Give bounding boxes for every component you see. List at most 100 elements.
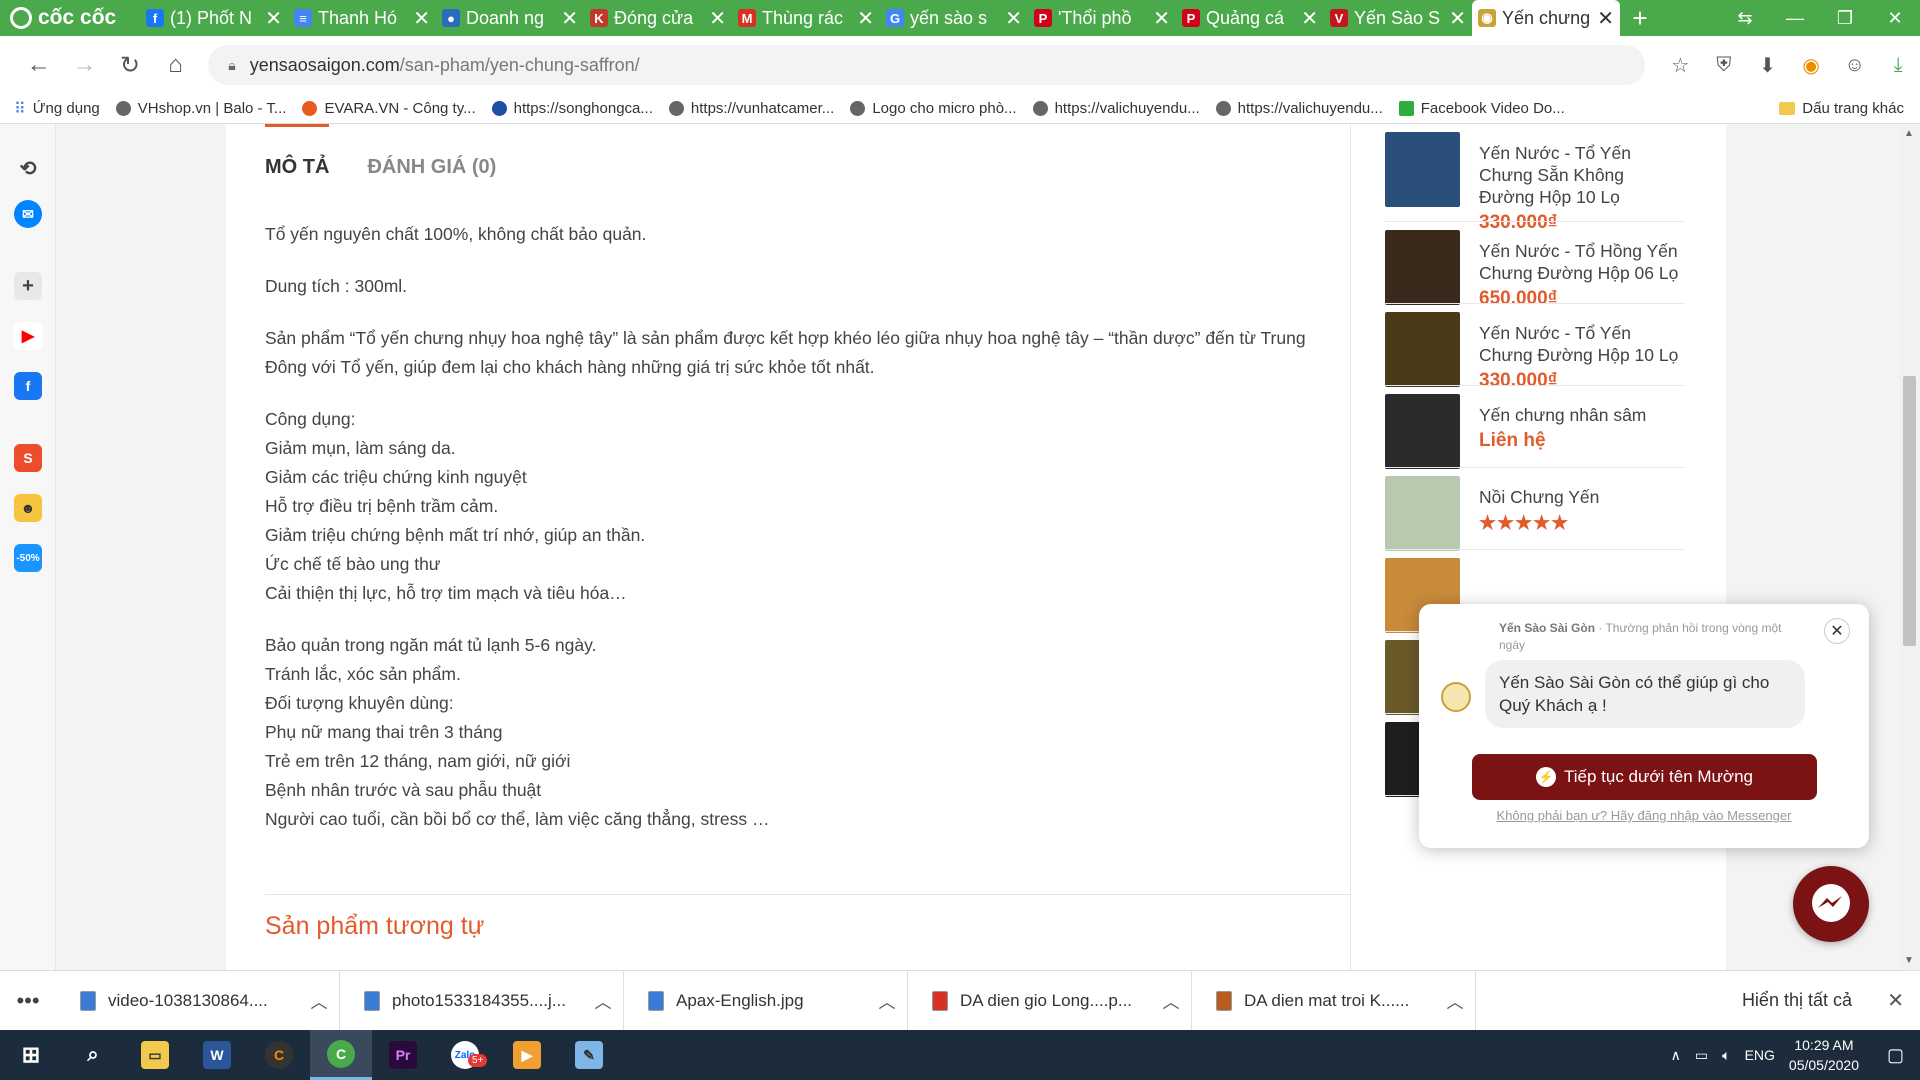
close-tab-icon[interactable]: ✕ <box>561 6 578 31</box>
other-bookmarks[interactable]: Dấu trang khác <box>1779 100 1920 117</box>
taskbar-zalo[interactable]: Zalo 5+ <box>434 1030 496 1080</box>
sidebar-product[interactable]: Yến Nước - Tổ Hồng Yến Chưng Đường Hộp 0… <box>1385 222 1685 309</box>
home-button[interactable]: ⌂ <box>153 51 199 79</box>
taskbar-word[interactable]: W <box>186 1030 248 1080</box>
bookmark-apps[interactable]: ⠿ Ứng dụng <box>14 99 100 119</box>
reload-button[interactable]: ↻ <box>107 51 153 80</box>
product-thumbnail[interactable] <box>1385 132 1460 207</box>
sidebar-product[interactable]: Yến Nước - Tổ Yến Chưng Sẵn Không Đường … <box>1385 124 1685 233</box>
close-tab-icon[interactable]: ✕ <box>1449 6 1466 31</box>
bookmark-item[interactable]: EVARA.VN - Công ty... <box>302 100 476 117</box>
new-tab-button[interactable]: + <box>1620 3 1660 34</box>
browser-tab[interactable]: Gyến sào s ✕ <box>880 0 1028 36</box>
coccoc-extension-icon[interactable]: ◉ <box>1789 53 1833 78</box>
product-name[interactable]: Yến Nước - Tổ Hồng Yến Chưng Đường Hộp 0… <box>1479 240 1679 284</box>
product-thumbnail[interactable] <box>1385 476 1460 551</box>
close-tab-icon[interactable]: ✕ <box>1005 6 1022 31</box>
product-thumbnail[interactable] <box>1385 312 1460 387</box>
login-messenger-link[interactable]: Không phải bạn ư? Hãy đăng nhập vào Mess… <box>1419 808 1869 823</box>
product-name[interactable]: Yến Nước - Tổ Yến Chưng Đường Hộp 10 Lọ <box>1479 322 1679 366</box>
profile-avatar[interactable]: ☺ <box>1833 54 1877 77</box>
messenger-chat-button[interactable] <box>1793 866 1869 942</box>
history-icon[interactable]: ⟲ <box>14 154 42 182</box>
close-shelf-button[interactable]: ✕ <box>1887 988 1904 1013</box>
shelf-menu-icon[interactable]: ••• <box>0 988 56 1014</box>
start-button[interactable]: ⊞ <box>0 1030 62 1080</box>
download-arrow-icon[interactable]: ⤓ <box>1876 54 1920 77</box>
bookmark-item[interactable]: Facebook Video Do... <box>1398 100 1565 117</box>
bookmark-item[interactable]: https://vunhatcamer... <box>668 100 834 117</box>
address-bar[interactable]: 🔒︎ yensaosaigon.com/san-pham/yen-chung-s… <box>208 45 1645 85</box>
taskbar-explorer[interactable]: ▭ <box>124 1030 186 1080</box>
close-tab-icon[interactable]: ✕ <box>1153 6 1170 31</box>
chevron-up-icon[interactable]: ︿ <box>1151 988 1191 1013</box>
volume-icon[interactable]: 🔈︎ <box>1722 1047 1730 1064</box>
close-tab-icon[interactable]: ✕ <box>1597 6 1614 31</box>
close-tab-icon[interactable]: ✕ <box>709 6 726 31</box>
bookmark-item[interactable]: https://valichuyendu... <box>1215 100 1383 117</box>
taskbar-paint[interactable]: ✎ <box>558 1030 620 1080</box>
browser-tab[interactable]: f (1) Phốt N ✕ <box>140 0 288 36</box>
product-name[interactable]: Nồi Chưng Yến <box>1479 486 1679 508</box>
browser-tab[interactable]: V Yến Sào S ✕ <box>1324 0 1472 36</box>
tiki-icon[interactable]: -50% <box>14 544 42 572</box>
sidebar-product[interactable]: Nồi Chưng Yến ★★★★★ <box>1385 468 1685 551</box>
product-name[interactable]: Yến chưng nhân sâm <box>1479 404 1679 426</box>
download-item[interactable]: video-1038130864.... ︿ <box>56 970 340 1031</box>
taskbar-media[interactable]: ▶ <box>496 1030 558 1080</box>
close-tab-icon[interactable]: ✕ <box>857 6 874 31</box>
forward-button[interactable]: → <box>62 51 108 79</box>
scroll-down-icon[interactable]: ▼ <box>1904 955 1914 966</box>
download-item[interactable]: DA dien gio Long....p... ︿ <box>908 970 1192 1031</box>
browser-tab[interactable]: ≡ Thanh Hó ✕ <box>288 0 436 36</box>
browser-brand[interactable]: cốc cốc <box>0 0 140 36</box>
close-tab-icon[interactable]: ✕ <box>413 6 430 31</box>
download-item[interactable]: photo1533184355....j... ︿ <box>340 970 624 1031</box>
product-thumbnail[interactable] <box>1385 230 1460 305</box>
page-scrollbar[interactable]: ▲ ▼ <box>1899 124 1920 970</box>
chevron-up-icon[interactable]: ︿ <box>583 988 623 1013</box>
bookmark-item[interactable]: https://valichuyendu... <box>1032 100 1200 117</box>
continue-as-button[interactable]: ⚡ Tiếp tục dưới tên Mường <box>1472 754 1817 800</box>
scrollbar-thumb[interactable] <box>1903 376 1916 646</box>
back-button[interactable]: ← <box>16 51 62 79</box>
notification-icon[interactable]: ▢ <box>1887 1045 1904 1066</box>
chevron-up-icon[interactable]: ︿ <box>299 988 339 1013</box>
bookmark-star-icon[interactable]: ☆ <box>1659 53 1703 78</box>
extension-shield-icon[interactable]: ⛨ <box>1702 54 1746 77</box>
maximize-button[interactable]: ❐ <box>1820 8 1870 29</box>
taskbar-coccoc[interactable]: C <box>310 1030 372 1080</box>
browser-tab[interactable]: P 'Thổi phồ ✕ <box>1028 0 1176 36</box>
product-name[interactable]: Yến Nước - Tổ Yến Chưng Sẵn Không Đường … <box>1479 142 1679 208</box>
close-window-button[interactable]: ✕ <box>1870 8 1920 29</box>
minimize-button[interactable]: — <box>1770 8 1820 29</box>
taskbar-premiere[interactable]: Pr <box>372 1030 434 1080</box>
game-icon[interactable]: ☻ <box>14 494 42 522</box>
search-button[interactable]: ⌕ <box>62 1030 124 1080</box>
browser-tab[interactable]: ◉ Yến chưng ✕ <box>1472 0 1620 36</box>
tab-description[interactable]: MÔ TẢ <box>265 124 330 186</box>
show-all-downloads-link[interactable]: Hiển thị tất cả <box>1742 990 1852 1011</box>
chevron-up-icon[interactable]: ︿ <box>1435 988 1475 1013</box>
chevron-up-icon[interactable]: ︿ <box>867 988 907 1013</box>
tab-reviews[interactable]: ĐÁNH GIÁ (0) <box>367 124 496 186</box>
messenger-icon[interactable]: ✉ <box>14 200 42 228</box>
bookmark-item[interactable]: VHshop.vn | Balo - T... <box>115 100 286 117</box>
close-tab-icon[interactable]: ✕ <box>1301 6 1318 31</box>
youtube-icon[interactable]: ▶ <box>14 322 42 350</box>
browser-tab[interactable]: ● Doanh ng ✕ <box>436 0 584 36</box>
tab-search-icon[interactable]: ⇆ <box>1720 8 1770 29</box>
battery-icon[interactable]: ▭ <box>1695 1047 1708 1064</box>
download-item[interactable]: Apax-English.jpg ︿ <box>624 970 908 1031</box>
download-item[interactable]: DA dien mat troi K...... ︿ <box>1192 970 1476 1031</box>
download-manager-icon[interactable]: ⬇ <box>1746 53 1790 78</box>
bookmark-item[interactable]: https://songhongca... <box>491 100 653 117</box>
sidebar-product[interactable]: Yến chưng nhân sâm Liên hệ <box>1385 386 1685 469</box>
sidebar-product[interactable]: Yến Nước - Tổ Yến Chưng Đường Hộp 10 Lọ 3… <box>1385 304 1685 391</box>
shopee-icon[interactable]: S <box>14 444 42 472</box>
add-panel-icon[interactable]: + <box>14 272 42 300</box>
tray-expand-icon[interactable]: ∧ <box>1671 1047 1681 1064</box>
facebook-icon[interactable]: f <box>14 372 42 400</box>
browser-tab[interactable]: M Thùng rác ✕ <box>732 0 880 36</box>
close-tab-icon[interactable]: ✕ <box>265 6 282 31</box>
